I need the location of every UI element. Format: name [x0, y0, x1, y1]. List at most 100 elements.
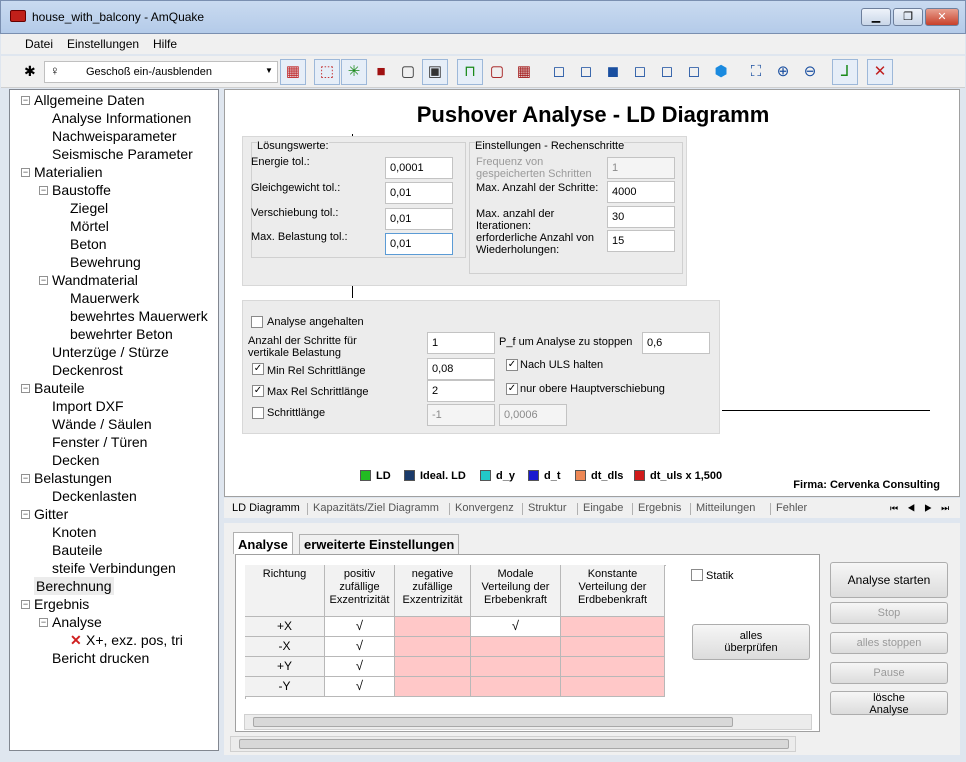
- table-cell[interactable]: [561, 657, 665, 677]
- statik-checkbox[interactable]: [691, 569, 703, 581]
- tree-toggle-icon[interactable]: −: [21, 600, 30, 609]
- zoom-in-icon[interactable]: ⊕: [770, 59, 796, 85]
- tree-item[interactable]: bewehrter Beton: [70, 325, 173, 343]
- belastung-input[interactable]: 0,01: [385, 233, 453, 255]
- bottom-tab[interactable]: Konvergenz: [455, 502, 514, 514]
- pf-input[interactable]: 0,6: [642, 332, 710, 354]
- alles-stoppen-button[interactable]: alles stoppen: [830, 632, 948, 654]
- tab-nav-arrows-icon[interactable]: ⏮◀▶⏭: [890, 503, 958, 514]
- view-right-icon[interactable]: ◻: [627, 59, 653, 85]
- table-cell[interactable]: [395, 637, 471, 657]
- bottom-tab[interactable]: Ergebnis: [638, 502, 681, 514]
- min-rel-checkbox[interactable]: ✓: [252, 363, 264, 375]
- max-rel-input[interactable]: 2: [427, 380, 495, 402]
- floors-icon[interactable]: ▦: [280, 59, 306, 85]
- view-back-icon[interactable]: ◻: [573, 59, 599, 85]
- bottom-tab[interactable]: Mitteilungen: [696, 502, 755, 514]
- loesche-analyse-button[interactable]: lösche Analyse: [830, 691, 948, 716]
- tree-item[interactable]: Knoten: [52, 523, 96, 541]
- lower-scroll-thumb[interactable]: [239, 739, 789, 749]
- min-rel-input[interactable]: 0,08: [427, 358, 495, 380]
- tree-item[interactable]: Allgemeine Daten: [34, 91, 145, 109]
- lower-scrollbar[interactable]: [230, 736, 796, 752]
- floor-select[interactable]: Geschoß ein-/ausblenden: [44, 61, 278, 83]
- nach-uls-checkbox[interactable]: ✓: [506, 359, 518, 371]
- tree-item[interactable]: Nachweisparameter: [52, 127, 177, 145]
- analyse-halt-checkbox[interactable]: [251, 316, 263, 328]
- solid-cube-icon[interactable]: ■: [368, 59, 394, 85]
- tree-item[interactable]: Mörtel: [70, 217, 109, 235]
- wire-cube-icon[interactable]: ▢: [395, 59, 421, 85]
- tree-toggle-icon[interactable]: −: [21, 384, 30, 393]
- view-top-icon[interactable]: ◻: [654, 59, 680, 85]
- frame-icon[interactable]: ⊓: [457, 59, 483, 85]
- tree-toggle-icon[interactable]: −: [21, 96, 30, 105]
- cross-node-icon[interactable]: ✕: [867, 59, 893, 85]
- view-left-icon[interactable]: ◼: [600, 59, 626, 85]
- menu-hilfe[interactable]: Hilfe: [153, 37, 177, 51]
- bottom-tab[interactable]: Eingabe: [583, 502, 623, 514]
- bottom-tab[interactable]: Struktur: [528, 502, 567, 514]
- tree-item[interactable]: Mauerwerk: [70, 289, 139, 307]
- bottom-tab[interactable]: Fehler: [776, 502, 807, 514]
- table-cell[interactable]: [471, 677, 561, 697]
- pause-button[interactable]: Pause: [830, 662, 948, 684]
- gleichgewicht-input[interactable]: 0,01: [385, 182, 453, 204]
- table-cell[interactable]: √: [325, 677, 395, 697]
- tree-item[interactable]: Deckenrost: [52, 361, 123, 379]
- bug-icon[interactable]: ✱: [24, 63, 36, 80]
- walls-cube-icon[interactable]: ▣: [422, 59, 448, 85]
- tree-item[interactable]: steife Verbindungen: [52, 559, 176, 577]
- tree-item[interactable]: Bauteile: [34, 379, 85, 397]
- table-cell[interactable]: √: [325, 657, 395, 677]
- tree-item[interactable]: Import DXF: [52, 397, 124, 415]
- tree-toggle-icon[interactable]: −: [39, 618, 48, 627]
- tree-item[interactable]: Bauteile: [52, 541, 103, 559]
- tree-toggle-icon[interactable]: −: [39, 186, 48, 195]
- tree-item[interactable]: Unterzüge / Stürze: [52, 343, 169, 361]
- tree-item[interactable]: Fenster / Türen: [52, 433, 147, 451]
- tree-item[interactable]: bewehrtes Mauerwerk: [70, 307, 208, 325]
- table-cell[interactable]: [395, 617, 471, 637]
- tree-item[interactable]: Wände / Säulen: [52, 415, 152, 433]
- view-bottom-icon[interactable]: ◻: [681, 59, 707, 85]
- red-grid-cube-icon[interactable]: ▦: [511, 59, 537, 85]
- tree-item[interactable]: Baustoffe: [52, 181, 111, 199]
- close-button[interactable]: ✕: [925, 8, 959, 26]
- alles-ueberpruefen-button[interactable]: alles überprüfen: [692, 624, 810, 660]
- table-cell[interactable]: [561, 637, 665, 657]
- wdh-input[interactable]: 15: [607, 230, 675, 252]
- table-cell[interactable]: [471, 637, 561, 657]
- view-iso-icon[interactable]: ⬢: [708, 59, 734, 85]
- schritt-checkbox[interactable]: [252, 407, 264, 419]
- tree-toggle-icon[interactable]: −: [21, 474, 30, 483]
- red-wire-cube-icon[interactable]: ▢: [484, 59, 510, 85]
- view-front-icon[interactable]: ◻: [546, 59, 572, 85]
- chevron-down-icon[interactable]: ▼: [265, 66, 273, 75]
- menu-datei[interactable]: Datei: [25, 37, 53, 51]
- anzahl-input[interactable]: 1: [427, 332, 495, 354]
- axes-icon[interactable]: ⅃: [832, 59, 858, 85]
- bottom-tab[interactable]: LD Diagramm: [232, 502, 300, 514]
- frequenz-input[interactable]: 1: [607, 157, 675, 179]
- table-cell[interactable]: [561, 617, 665, 637]
- table-scrollbar[interactable]: [244, 714, 812, 730]
- zoom-out-icon[interactable]: ⊖: [797, 59, 823, 85]
- tab-erweitert[interactable]: erweiterte Einstellungen: [299, 534, 460, 554]
- table-cell[interactable]: √: [325, 617, 395, 637]
- tree-toggle-icon[interactable]: −: [21, 168, 30, 177]
- tree-item[interactable]: Materialien: [34, 163, 102, 181]
- tree-item[interactable]: Deckenlasten: [52, 487, 137, 505]
- tree-item[interactable]: Belastungen: [34, 469, 112, 487]
- tree-item[interactable]: Wandmaterial: [52, 271, 138, 289]
- zoom-fit-icon[interactable]: ⛶: [743, 59, 769, 85]
- table-cell[interactable]: [561, 677, 665, 697]
- tree-toggle-icon[interactable]: −: [39, 276, 48, 285]
- tree-item[interactable]: Bericht drucken: [52, 649, 149, 667]
- maximize-button[interactable]: ❐: [893, 8, 923, 26]
- max-iter-input[interactable]: 30: [607, 206, 675, 228]
- table-cell[interactable]: √: [325, 637, 395, 657]
- tree-item[interactable]: Ziegel: [70, 199, 108, 217]
- stop-button[interactable]: Stop: [830, 602, 948, 624]
- table-scroll-thumb[interactable]: [253, 717, 733, 727]
